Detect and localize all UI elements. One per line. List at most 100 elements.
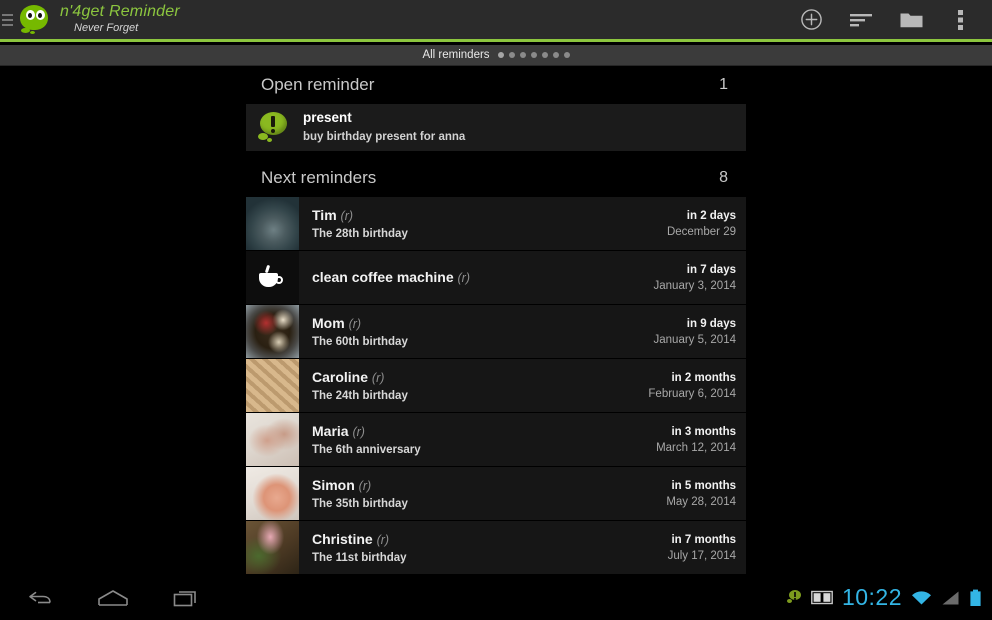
app-root: n'4get Reminder Never Forget All reminde…: [0, 0, 992, 620]
titlebar-actions: [786, 0, 992, 41]
reminder-subtitle: The 6th anniversary: [312, 443, 421, 456]
reminder-title: clean coffee machine (r): [312, 269, 471, 286]
reminder-relative-time: in 3 months: [671, 425, 736, 438]
page-dot[interactable]: [563, 52, 570, 58]
folder-icon: [900, 13, 922, 28]
page-dot[interactable]: [508, 52, 515, 58]
page-dot[interactable]: [530, 52, 537, 58]
reminder-relative-time: in 9 days: [686, 317, 736, 330]
reminder-text: Tim (r) The 28th birthday: [299, 197, 667, 250]
open-reminder-item[interactable]: present buy birthday present for anna: [246, 104, 746, 151]
title-bar: n'4get Reminder Never Forget: [0, 0, 992, 42]
page-dot[interactable]: [541, 52, 548, 58]
latte-heart-photo: [246, 413, 299, 466]
coffee-cup-icon: [259, 264, 283, 287]
reminder-subtitle: The 11st birthday: [312, 551, 407, 564]
section-header-next-reminders: Next reminders 8: [246, 159, 746, 197]
more-vertical-icon: [958, 9, 963, 30]
reminder-row[interactable]: Caroline (r) The 24th birthday in 2 months…: [246, 359, 746, 412]
recurring-tag: (r): [457, 271, 471, 286]
reminder-relative-time: in 2 days: [686, 209, 736, 222]
status-bar-clock[interactable]: 10:22: [842, 584, 902, 611]
reminder-relative-time: in 7 months: [671, 533, 736, 546]
reminder-title: Christine (r): [312, 531, 390, 548]
reminder-text: Maria (r) The 6th anniversary: [299, 413, 656, 466]
page-dot[interactable]: [497, 52, 504, 58]
recurring-tag: (r): [352, 425, 365, 440]
cookie-texture-photo: [246, 359, 299, 412]
page-indicator-dots: [497, 52, 570, 58]
reminder-title: Caroline (r): [312, 369, 385, 386]
battery-full-icon[interactable]: [969, 589, 982, 607]
reminder-text: clean coffee machine (r): [299, 251, 654, 304]
baby-hand-photo: [246, 467, 299, 520]
sort-button[interactable]: [836, 0, 886, 41]
reminder-row[interactable]: Tim (r) The 28th birthday in 2 days Decembe…: [246, 197, 746, 250]
reminder-relative-time: in 7 days: [686, 263, 736, 276]
recurring-tag: (r): [371, 371, 385, 386]
app-branding: n'4get Reminder Never Forget: [60, 4, 180, 34]
section-title: Open reminder: [261, 75, 375, 94]
reminder-row[interactable]: Maria (r) The 6th anniversary in 3 months M…: [246, 413, 746, 466]
system-navigation-bar: 10:22: [0, 575, 992, 620]
reminder-timing: in 7 months July 17, 2014: [668, 521, 746, 574]
reminder-title: Simon (r): [312, 477, 372, 494]
sort-lines-icon: [850, 13, 872, 26]
app-name: n'4get Reminder: [60, 3, 180, 21]
reminder-date: January 5, 2014: [653, 333, 736, 346]
recurring-tag: (r): [348, 317, 362, 332]
reminder-date: May 28, 2014: [666, 495, 736, 508]
plus-circle-icon: [800, 9, 822, 30]
app-mascot-logo: [17, 3, 51, 37]
reminder-row[interactable]: Simon (r) The 35th birthday in 5 months May…: [246, 467, 746, 520]
book-icon[interactable]: [811, 590, 833, 605]
add-reminder-button[interactable]: [786, 0, 836, 41]
reminder-timing: in 3 months March 12, 2014: [656, 413, 746, 466]
reminder-title: Mom (r): [312, 315, 362, 332]
folder-button[interactable]: [886, 0, 936, 41]
cell-signal-icon[interactable]: [941, 590, 960, 606]
wifi-icon[interactable]: [911, 590, 932, 606]
reminder-title: Maria (r): [312, 423, 365, 440]
reminder-text: Christine (r) The 11st birthday: [299, 521, 668, 574]
reminder-title: Tim (r): [312, 207, 354, 224]
system-tray: 10:22: [786, 584, 992, 611]
section-count: 1: [719, 76, 728, 93]
back-button[interactable]: [8, 575, 70, 620]
overflow-menu-button[interactable]: [936, 0, 986, 41]
bunny-photo: [246, 521, 299, 574]
app-notification-bubble-icon[interactable]: [786, 589, 802, 606]
tab-strip[interactable]: All reminders: [0, 45, 992, 66]
reminder-text: Simon (r) The 35th birthday: [299, 467, 666, 520]
page-dot[interactable]: [552, 52, 559, 58]
page-dot[interactable]: [519, 52, 526, 58]
section-count: 8: [719, 169, 728, 186]
section-title: Next reminders: [261, 168, 377, 187]
reminder-relative-time: in 2 months: [671, 371, 736, 384]
reminder-subtitle: The 60th birthday: [312, 335, 408, 348]
reminder-date: March 12, 2014: [656, 441, 736, 454]
reminder-date: July 17, 2014: [667, 549, 736, 562]
reminder-list: Tim (r) The 28th birthday in 2 days Decembe…: [246, 197, 746, 574]
home-button[interactable]: [82, 575, 144, 620]
recurring-tag: (r): [358, 479, 372, 494]
content-area: Open reminder 1 present buy birthday pre…: [0, 66, 992, 575]
snowy-tree-photo: [246, 197, 299, 250]
reminder-timing: in 7 days January 3, 2014: [654, 251, 746, 304]
tab-label-all-reminders: All reminders: [422, 49, 490, 61]
reminder-timing: in 2 days December 29: [667, 197, 746, 250]
open-reminder-description: buy birthday present for anna: [303, 131, 466, 144]
reminder-date: February 6, 2014: [648, 387, 736, 400]
reminder-row[interactable]: Christine (r) The 11st birthday in 7 month…: [246, 521, 746, 574]
reminder-row[interactable]: Mom (r) The 60th birthday in 9 days January…: [246, 305, 746, 358]
reminder-timing: in 5 months May 28, 2014: [666, 467, 746, 520]
reminder-row[interactable]: clean coffee machine (r) in 7 days January…: [246, 251, 746, 304]
reminder-date: December 29: [666, 225, 736, 238]
hamburger-icon[interactable]: [0, 0, 16, 41]
recents-button[interactable]: [156, 575, 218, 620]
reminders-column: Open reminder 1 present buy birthday pre…: [246, 66, 746, 575]
home-icon: [98, 589, 128, 606]
alert-bubble-icon: [256, 111, 290, 145]
reminder-subtitle: The 28th birthday: [312, 227, 408, 240]
reminder-timing: in 2 months February 6, 2014: [648, 359, 746, 412]
